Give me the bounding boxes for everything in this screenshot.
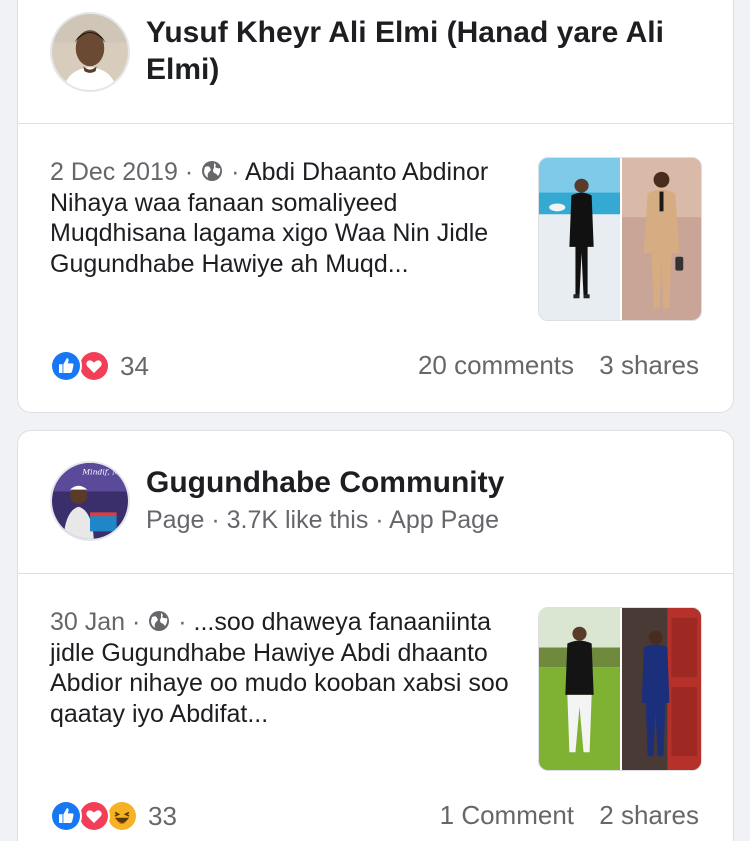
page-subtitle: Page · 3.7K like this · App Page bbox=[146, 506, 499, 534]
post-snippet[interactable]: 2 Dec 2019 · · Abdi Dhaanto Abdinor Niha… bbox=[50, 157, 520, 279]
page-name[interactable]: Gugundhabe Community bbox=[146, 464, 706, 501]
post-image[interactable] bbox=[538, 157, 702, 321]
post-image[interactable] bbox=[538, 607, 702, 771]
globe-icon bbox=[149, 611, 170, 631]
avatar-banner-text: Mindif, Midnight bbox=[81, 467, 128, 476]
like-reaction-icon bbox=[50, 800, 82, 832]
post-card: Mindif, Midnight Gugundhabe Community Pa… bbox=[17, 430, 734, 841]
avatar[interactable]: Mindif, Midnight bbox=[50, 461, 130, 541]
shares-link[interactable]: 2 shares bbox=[599, 800, 699, 830]
photo-left bbox=[539, 608, 620, 770]
author-name[interactable]: Yusuf Kheyr Ali Elmi (Hanad yare Ali Elm… bbox=[146, 14, 706, 88]
comments-link[interactable]: 1 Comment bbox=[440, 800, 574, 830]
post-snippet[interactable]: 30 Jan · · ...soo dhaweya fanaaniinta ji… bbox=[50, 607, 520, 729]
comments-link[interactable]: 20 comments bbox=[418, 350, 574, 380]
photo-right bbox=[620, 158, 701, 320]
reaction-count: 34 bbox=[120, 350, 149, 381]
love-reaction-icon bbox=[78, 800, 110, 832]
like-reaction-icon bbox=[50, 350, 82, 382]
profile-photo bbox=[52, 14, 128, 90]
avatar[interactable] bbox=[50, 12, 130, 92]
reactions-summary[interactable]: 34 bbox=[50, 349, 149, 383]
header-divider bbox=[18, 123, 733, 124]
love-reaction-icon bbox=[78, 350, 110, 382]
shares-link[interactable]: 3 shares bbox=[599, 350, 699, 380]
reactions-summary[interactable]: 33 bbox=[50, 799, 177, 833]
engagement-stats: 1 Comment 2 shares bbox=[440, 800, 699, 831]
haha-reaction-icon bbox=[106, 800, 138, 832]
globe-icon bbox=[202, 161, 223, 181]
photo-left bbox=[539, 158, 620, 320]
page-photo: Mindif, Midnight bbox=[52, 463, 128, 539]
post-date[interactable]: 30 Jan bbox=[50, 608, 125, 636]
reaction-count: 33 bbox=[148, 800, 177, 831]
post-card: Yusuf Kheyr Ali Elmi (Hanad yare Ali Elm… bbox=[17, 0, 734, 413]
post-date[interactable]: 2 Dec 2019 bbox=[50, 158, 178, 186]
engagement-stats: 20 comments 3 shares bbox=[418, 350, 699, 381]
photo-right bbox=[620, 608, 701, 770]
header-divider bbox=[18, 573, 733, 574]
